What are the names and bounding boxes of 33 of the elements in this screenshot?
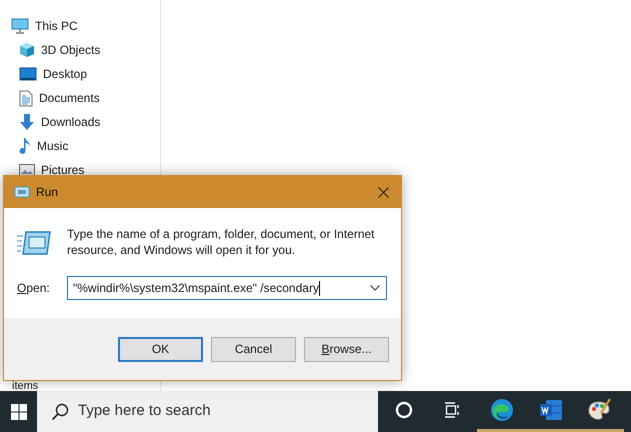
document-w-icon: [538, 399, 562, 421]
run-icon: [14, 186, 30, 198]
nav-item[interactable]: 3D Objects: [0, 38, 160, 62]
dialog-button[interactable]: Browse...: [304, 336, 389, 362]
circle-icon: [394, 400, 414, 420]
swirl-icon: [490, 398, 514, 422]
nav-item[interactable]: Downloads: [0, 110, 160, 134]
nav-item[interactable]: Documents: [0, 86, 160, 110]
close-icon: [378, 186, 388, 198]
open-label: Open:: [17, 280, 51, 297]
nav-item[interactable]: Music: [0, 134, 160, 158]
palette-icon: [586, 398, 612, 422]
document-icon: [19, 90, 33, 106]
music-note-icon: [19, 137, 31, 155]
desktop-icon: [19, 67, 37, 81]
task-view-icon: [444, 402, 462, 418]
window-title: Run: [36, 184, 58, 201]
picture-icon: [19, 164, 35, 176]
dropdown-caret-icon: [370, 285, 380, 291]
cube-icon: [19, 42, 35, 58]
windows-logo-icon: [10, 404, 26, 420]
command-combobox[interactable]: "%windir%\system32\mspaint.exe" /secondary: [67, 276, 387, 300]
search-icon: [51, 402, 69, 420]
dialog-button[interactable]: OK: [118, 336, 203, 362]
nav-item[interactable]: Desktop: [0, 62, 160, 86]
nav-item[interactable]: This PC: [0, 14, 160, 38]
down-arrow-icon: [19, 113, 35, 131]
search-box[interactable]: Type here to search: [37, 391, 378, 432]
description-text: Type the name of a program, folder, document, or Internet resource, and Windows will open it for you.: [67, 226, 376, 258]
computer-icon: [11, 18, 29, 34]
status-text: items: [12, 381, 38, 391]
dialog-button[interactable]: Cancel: [211, 336, 296, 362]
run-icon: [17, 230, 51, 256]
